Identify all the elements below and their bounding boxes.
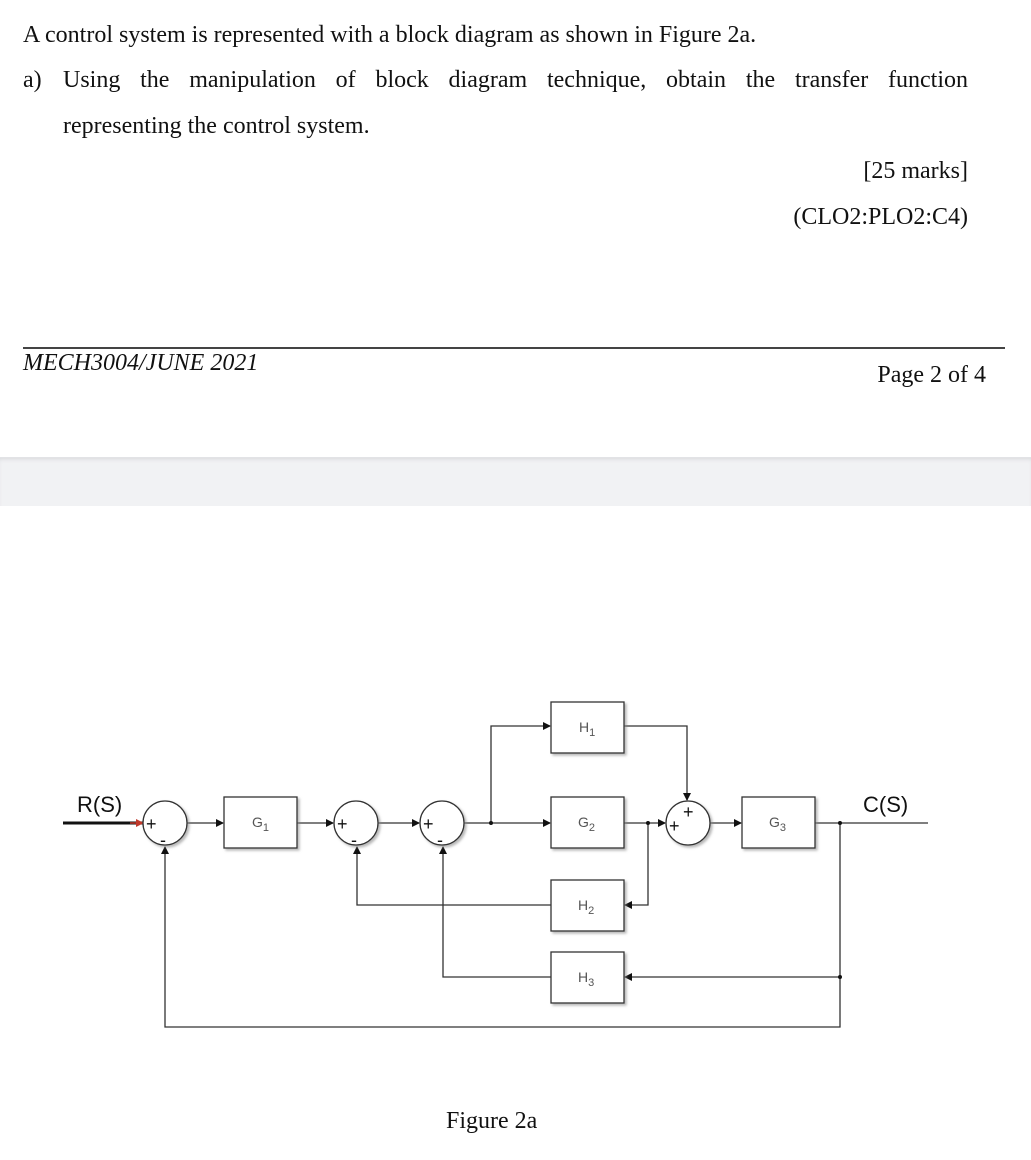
s3-sign-plus: + — [423, 814, 434, 834]
input-label: R(S) — [77, 792, 122, 817]
h2-label: H — [578, 897, 588, 913]
s2-sign-minus: - — [351, 830, 357, 850]
output-label: C(S) — [863, 792, 908, 817]
pickoff-dot — [646, 821, 650, 825]
h3-label: H — [578, 969, 588, 985]
pickoff-dot — [489, 821, 493, 825]
wire-unity-feedback — [161, 823, 841, 1028]
wire-h1-s4 — [624, 725, 691, 801]
s3-sign-minus: - — [437, 830, 443, 850]
wire-h2-s2 — [353, 846, 551, 906]
wire-to-h2 — [624, 823, 649, 909]
s4-sign-left: + — [669, 816, 680, 836]
h1-label: H — [579, 719, 589, 735]
figure-caption: Figure 2a — [446, 1108, 538, 1134]
block-diagram: + - + - + - + + G1 H1 G2 G3 H2 H3 R(S) C… — [63, 701, 928, 1028]
pickoff-dot — [838, 975, 842, 979]
pickoff-dot — [838, 821, 842, 825]
wire-h3-s3 — [439, 846, 551, 978]
g2-label: G — [578, 814, 589, 830]
s1-sign-plus: + — [146, 814, 157, 834]
g3-label: G — [769, 814, 780, 830]
g1-label: G — [252, 814, 263, 830]
s4-sign-top: + — [683, 802, 694, 822]
s2-sign-plus: + — [337, 814, 348, 834]
s1-sign-minus: - — [160, 830, 166, 850]
wire-to-h1 — [490, 722, 551, 823]
